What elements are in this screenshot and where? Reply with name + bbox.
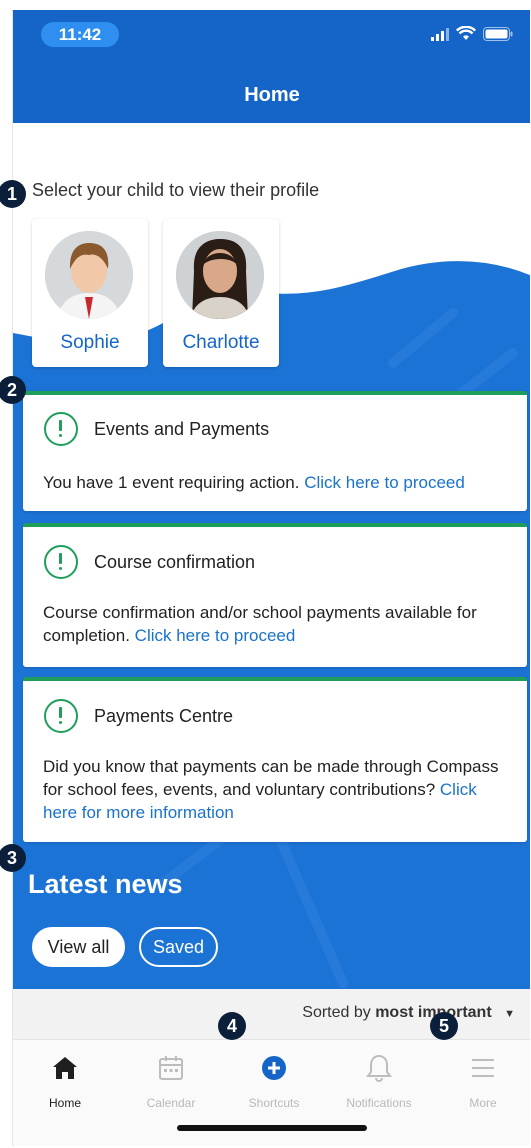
- card-body: You have 1 event requiring action. Click…: [43, 471, 509, 494]
- child-avatar: [45, 231, 133, 319]
- status-icons: [431, 26, 513, 41]
- tab-label: Shortcuts: [248, 1096, 300, 1110]
- card-title: Payments Centre: [94, 706, 234, 726]
- alert-icon: [44, 545, 78, 579]
- card-title: Events and Payments: [94, 419, 270, 439]
- payments-centre-card[interactable]: Payments Centre Did you know that paymen…: [23, 677, 527, 842]
- calendar-icon: [121, 1050, 221, 1086]
- home-icon: [15, 1050, 115, 1086]
- tab-label: More: [469, 1096, 497, 1110]
- saved-filter[interactable]: Saved: [139, 927, 218, 967]
- tab-calendar[interactable]: Calendar: [121, 1050, 221, 1110]
- proceed-link[interactable]: Click here to proceed: [304, 473, 465, 492]
- sort-dropdown[interactable]: Sorted by most important ▼: [302, 1004, 515, 1022]
- annotation-badge: 4: [218, 1012, 246, 1040]
- events-payments-card[interactable]: Events and Payments You have 1 event req…: [23, 391, 527, 511]
- app-header: 11:42 Home: [13, 10, 530, 123]
- tab-more[interactable]: More: [433, 1050, 530, 1110]
- phone-screen: 11:42 Home Select your child to view the…: [12, 10, 530, 1146]
- child-name: Charlotte: [182, 332, 260, 353]
- alert-icon: [44, 412, 78, 446]
- tab-notifications[interactable]: Notifications: [329, 1050, 429, 1110]
- menu-icon: [433, 1050, 530, 1086]
- tab-label: Calendar: [146, 1096, 196, 1110]
- annotation-badge: 5: [430, 1012, 458, 1040]
- plus-circle-icon: [224, 1050, 324, 1086]
- alert-icon: [44, 699, 78, 733]
- tab-label: Home: [48, 1096, 81, 1110]
- bell-icon: [329, 1050, 429, 1086]
- signal-icon: [431, 27, 449, 41]
- card-body: Did you know that payments can be made t…: [43, 755, 509, 824]
- card-body: Course confirmation and/or school paymen…: [43, 601, 509, 647]
- home-content: Select your child to view their profile …: [13, 123, 530, 989]
- child-select-prompt: Select your child to view their profile: [32, 180, 320, 200]
- child-avatar: [176, 231, 264, 319]
- tab-shortcuts[interactable]: Shortcuts: [224, 1050, 324, 1110]
- card-title: Course confirmation: [94, 552, 256, 572]
- status-time: 11:42: [41, 22, 119, 47]
- battery-icon: [483, 26, 513, 41]
- caret-down-icon: ▼: [504, 1008, 515, 1020]
- card-body-text: You have 1 event requiring action.: [43, 473, 300, 492]
- page-title: Home: [244, 84, 300, 106]
- sort-prefix: Sorted by: [302, 1004, 371, 1021]
- child-name: Sophie: [60, 332, 120, 353]
- child-card-sophie[interactable]: Sophie: [32, 219, 148, 367]
- course-confirmation-card[interactable]: Course confirmation Course confirmation …: [23, 523, 527, 667]
- latest-news-heading: Latest news: [28, 869, 183, 899]
- tab-home[interactable]: Home: [15, 1050, 115, 1110]
- card-body-text: Did you know that payments can be made t…: [43, 757, 499, 799]
- wifi-icon: [456, 26, 476, 41]
- home-indicator: [177, 1125, 367, 1131]
- view-all-filter[interactable]: View all: [32, 927, 125, 967]
- proceed-link[interactable]: Click here to proceed: [135, 626, 296, 645]
- tab-label: Notifications: [346, 1096, 412, 1110]
- child-card-charlotte[interactable]: Charlotte: [163, 219, 279, 367]
